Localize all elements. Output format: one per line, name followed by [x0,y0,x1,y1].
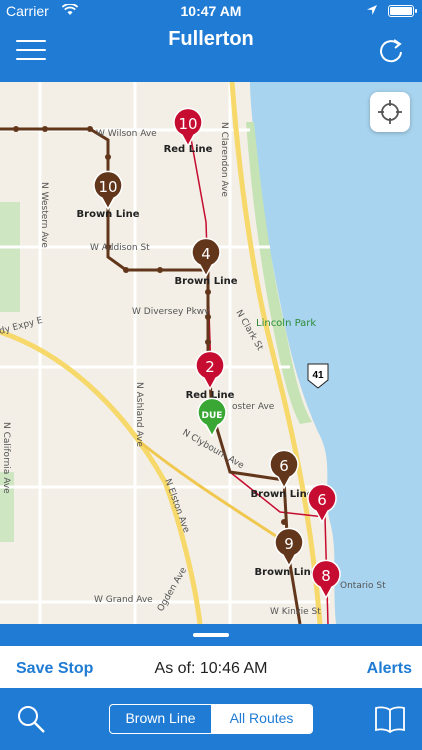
pin-count: 6 [279,457,289,475]
street-label: oster Ave [232,402,275,412]
street-label: N California Ave [1,422,11,494]
arrival-pin[interactable]: 10 [93,170,123,211]
pin-line-label: Brown Line [77,209,140,220]
street-label: N Western Ave [39,182,49,248]
book-icon[interactable] [374,704,406,734]
tab-all-routes[interactable]: All Routes [211,705,312,733]
street-label: W Addison St [90,243,150,253]
arrival-pin[interactable]: 9 [274,527,304,568]
park-label: Lincoln Park [256,318,316,329]
status-time: 10:47 AM [180,3,242,19]
info-bar: Save Stop As of: 10:46 AM Alerts [0,646,422,688]
search-icon[interactable] [16,704,46,734]
arrival-pin[interactable]: 10 [173,107,203,148]
street-label: N Ashland Ave [134,382,144,447]
pin-count: 2 [205,358,215,376]
pin-count: 8 [321,567,331,585]
pin-count: DUE [202,411,223,421]
app-header: Carrier 10:47 AM Fullerton [0,0,422,82]
pin-line-label: Brown Line [255,567,318,578]
location-arrow-icon [367,5,377,15]
street-label: W Kinzie St [270,607,321,617]
pin-line-label: Red Line [164,144,213,155]
crosshair-icon [378,100,402,124]
pin-line-label: Brown Line [175,276,238,287]
park-west [0,202,20,312]
alerts-button[interactable]: Alerts [367,660,412,678]
street-label: N Clarendon Ave [219,122,229,197]
menu-button[interactable] [16,40,46,62]
street-label: Ogden Ave [156,566,189,614]
pin-count: 6 [317,491,327,509]
hamburger-icon [16,40,46,42]
battery-icon [388,5,417,17]
pin-count: 10 [98,178,117,196]
locate-me-button[interactable] [370,92,410,132]
as-of-label: As of: 10:46 AM [154,660,268,677]
pin-count: 10 [178,115,197,133]
route-filter-segmented: Brown Line All Routes [109,704,313,734]
status-bar: Carrier 10:47 AM [0,0,422,22]
pin-line-label: Brown Line [251,489,314,500]
pin-count: 9 [284,535,294,553]
street-label: N Clark St [233,309,264,353]
street-label: W Wilson Ave [96,129,157,139]
drawer-handle[interactable] [0,624,422,646]
street-label: W Diversey Pkwy [132,307,210,317]
grip-icon [193,633,229,637]
map-view[interactable]: W Wilson Ave N Clarendon Ave N Western A… [0,82,422,624]
street-label: Ontario St [340,581,386,591]
page-title: Fullerton [168,28,254,50]
pin-count: 4 [201,245,211,263]
bottom-bar: Brown Line All Routes [0,688,422,750]
arrival-pin[interactable]: 6 [269,449,299,490]
street-label: W Grand Ave [94,595,153,605]
tab-brown-line[interactable]: Brown Line [110,705,211,733]
refresh-icon[interactable] [376,36,406,66]
svg-text:41: 41 [312,370,324,381]
arrival-pin[interactable]: 2 [195,350,225,391]
arrival-pin[interactable]: DUE [197,397,227,438]
map-canvas: W Wilson Ave N Clarendon Ave N Western A… [0,82,422,624]
street-label: dy Expy E [0,316,44,337]
